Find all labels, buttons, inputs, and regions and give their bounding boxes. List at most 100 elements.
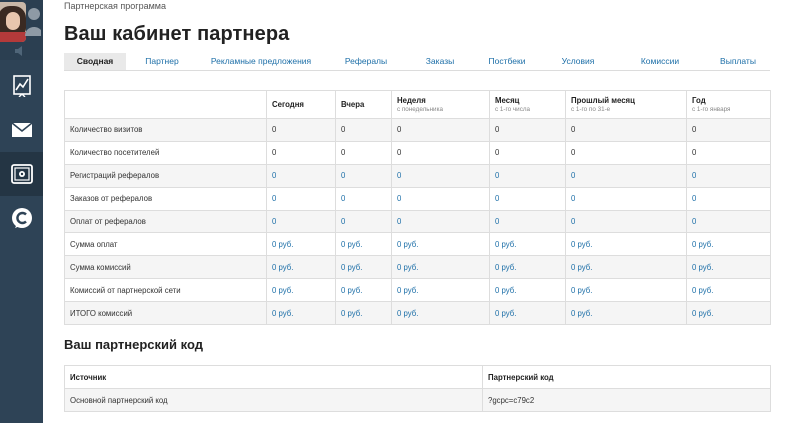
stat-link[interactable]: 0 руб. (335, 278, 392, 303)
user-icon[interactable] (25, 4, 41, 36)
stat-link[interactable]: 0 руб. (391, 301, 490, 326)
stat-link[interactable]: 0 (335, 209, 392, 234)
stat-value: 0 (391, 118, 490, 142)
stat-value: 0 (489, 118, 566, 142)
stat-link[interactable]: 0 руб. (565, 301, 687, 326)
stat-link[interactable]: 0 руб. (391, 255, 490, 280)
header-month: Месяц с 1-го числа (489, 90, 566, 119)
header-label: Сегодня (272, 100, 304, 109)
stat-link[interactable]: 0 (565, 163, 687, 188)
stats-table: Сегодня Вчера Неделя с понедельника Месяц… (64, 90, 771, 326)
code-value-cell[interactable]: ?gcpc=c79c2 (482, 388, 771, 412)
partner-code-title: Ваш партнерский код (64, 337, 203, 352)
sidebar (0, 0, 43, 423)
sidebar-item-stats[interactable] (0, 64, 43, 108)
stat-link[interactable]: 0 (391, 186, 490, 211)
header-last-month: Прошлый месяц с 1-го по 31-е (565, 90, 687, 119)
tab-offers[interactable]: Рекламные предложения (198, 53, 324, 70)
chart-icon (12, 75, 31, 97)
stat-value: 0 (266, 140, 336, 165)
stat-link[interactable]: 0 (565, 209, 687, 234)
sidebar-item-partner[interactable] (0, 152, 43, 196)
sound-icon[interactable] (14, 46, 26, 56)
avatar[interactable] (0, 2, 26, 42)
stat-link[interactable]: 0 (686, 163, 771, 188)
stat-link[interactable]: 0 руб. (266, 255, 336, 280)
stat-link[interactable]: 0 руб. (335, 232, 392, 257)
stat-link[interactable]: 0 руб. (565, 232, 687, 257)
sidebar-user-area (0, 0, 43, 60)
stat-link[interactable]: 0 руб. (565, 278, 687, 303)
header-sublabel: с 1-го числа (495, 106, 531, 113)
header-sublabel: с 1-го по 31-е (571, 106, 611, 113)
stat-link[interactable]: 0 (489, 163, 566, 188)
table-row: Сумма оплат 0 руб. 0 руб. 0 руб. 0 руб. 0 руб… (64, 232, 771, 257)
stat-link[interactable]: 0 (335, 186, 392, 211)
header-label: Неделя (397, 96, 426, 105)
stat-link[interactable]: 0 руб. (686, 278, 771, 303)
stat-link[interactable]: 0 (489, 209, 566, 234)
stat-link[interactable]: 0 (335, 163, 392, 188)
sidebar-item-brand[interactable] (0, 196, 43, 240)
table-row: Регистраций рефералов 0 0 0 0 0 0 (64, 163, 771, 188)
stat-value: 0 (565, 140, 687, 165)
sidebar-item-mail[interactable] (0, 108, 43, 152)
header-sublabel: с понедельника (397, 106, 443, 113)
tab-commissions[interactable]: Комиссии (614, 53, 706, 70)
row-label: Оплат от рефералов (64, 209, 267, 234)
table-row: ИТОГО комиссий 0 руб. 0 руб. 0 руб. 0 руб. 0 … (64, 301, 771, 326)
header-sublabel: с 1-го января (692, 106, 731, 113)
stat-value: 0 (335, 140, 392, 165)
tab-orders[interactable]: Заказы (408, 53, 472, 70)
stat-link[interactable]: 0 руб. (266, 301, 336, 326)
header-empty (64, 90, 267, 119)
stat-link[interactable]: 0 (266, 163, 336, 188)
row-label: Заказов от рефералов (64, 186, 267, 211)
stat-link[interactable]: 0 руб. (489, 301, 566, 326)
stat-value: 0 (686, 140, 771, 165)
header-week: Неделя с понедельника (391, 90, 490, 119)
stat-link[interactable]: 0 руб. (565, 255, 687, 280)
row-label: Количество посетителей (64, 140, 267, 165)
stat-link[interactable]: 0 руб. (335, 301, 392, 326)
row-label: Сумма комиссий (64, 255, 267, 280)
stat-link[interactable]: 0 руб. (335, 255, 392, 280)
stat-link[interactable]: 0 руб. (686, 255, 771, 280)
stat-value: 0 (686, 118, 771, 142)
stat-link[interactable]: 0 руб. (686, 301, 771, 326)
page-title: Ваш кабинет партнера (64, 23, 290, 45)
stat-link[interactable]: 0 (266, 186, 336, 211)
stat-link[interactable]: 0 (266, 209, 336, 234)
tab-summary[interactable]: Сводная (64, 53, 126, 70)
stat-link[interactable]: 0 (391, 209, 490, 234)
tab-conditions[interactable]: Условия (542, 53, 614, 70)
stat-link[interactable]: 0 руб. (266, 232, 336, 257)
tab-referrals[interactable]: Рефералы (324, 53, 408, 70)
table-row: Оплат от рефералов 0 0 0 0 0 0 (64, 209, 771, 234)
stat-link[interactable]: 0 руб. (489, 278, 566, 303)
stat-link[interactable]: 0 руб. (391, 278, 490, 303)
stat-link[interactable]: 0 (565, 186, 687, 211)
header-label: Вчера (341, 100, 365, 109)
partner-code-table: Источник Партнерский код Основной партне… (64, 365, 771, 412)
tab-partner[interactable]: Партнер (126, 53, 198, 70)
table-row: Комиссий от партнерской сети 0 руб. 0 руб.… (64, 278, 771, 303)
stat-value: 0 (266, 118, 336, 142)
stat-link[interactable]: 0 (391, 163, 490, 188)
stat-link[interactable]: 0 (686, 186, 771, 211)
stat-link[interactable]: 0 руб. (391, 232, 490, 257)
stat-link[interactable]: 0 руб. (489, 232, 566, 257)
row-label: Регистраций рефералов (64, 163, 267, 188)
stat-link[interactable]: 0 руб. (489, 255, 566, 280)
mail-icon (11, 123, 32, 137)
stat-link[interactable]: 0 руб. (266, 278, 336, 303)
breadcrumb[interactable]: Партнерская программа (64, 1, 166, 11)
row-label: Сумма оплат (64, 232, 267, 257)
stat-link[interactable]: 0 (686, 209, 771, 234)
tab-payouts[interactable]: Выплаты (706, 53, 770, 70)
stat-link[interactable]: 0 руб. (686, 232, 771, 257)
stat-link[interactable]: 0 (489, 186, 566, 211)
tab-postbacks[interactable]: Постбеки (472, 53, 542, 70)
header-partner-code: Партнерский код (482, 365, 771, 389)
header-today: Сегодня (266, 90, 336, 119)
